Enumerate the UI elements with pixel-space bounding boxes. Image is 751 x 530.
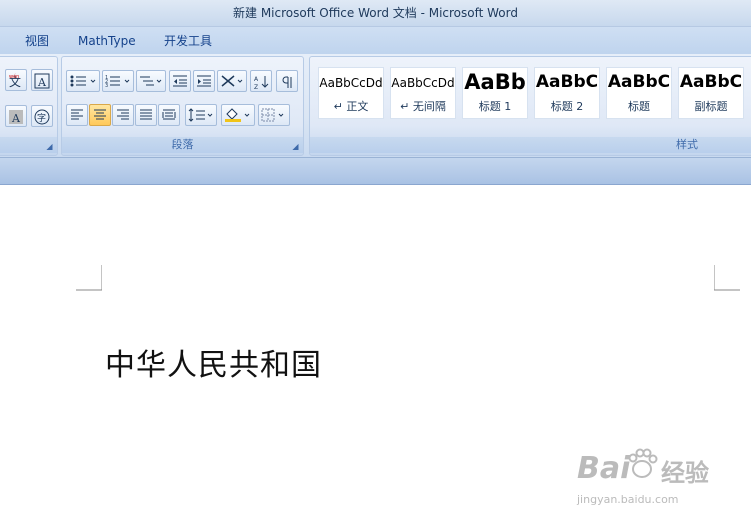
style-sample: AaBbC: [607, 72, 671, 92]
svg-text:字: 字: [37, 112, 46, 124]
ruler-strip: [0, 158, 751, 185]
borders-icon: [261, 108, 284, 122]
shading-button[interactable]: [221, 104, 255, 126]
style-name: 标题 1: [478, 100, 512, 113]
svg-text:A: A: [37, 76, 47, 89]
character-border-icon: A: [34, 73, 50, 89]
style-name: ↵ 正文: [333, 100, 369, 113]
title-bar: 新建 Microsoft Office Word 文档 - Microsoft …: [0, 0, 751, 27]
style-sample: AaBbC: [679, 72, 743, 92]
increase-indent-icon: [197, 75, 211, 87]
borders-button[interactable]: [258, 104, 290, 126]
style-name: ↵ 无间隔: [400, 100, 446, 113]
sort-button[interactable]: AZ: [250, 70, 272, 92]
watermark-product: 经验: [661, 459, 709, 487]
tab-view[interactable]: 视图: [25, 32, 49, 50]
line-spacing-icon: [188, 108, 213, 122]
font-group: 文 wén A A 字 ◢: [0, 56, 58, 156]
paint-bucket-icon: [225, 108, 250, 122]
chinese-layout-button[interactable]: [217, 70, 247, 92]
numbering-button[interactable]: 123: [102, 70, 134, 92]
paragraph-group: 123 AZ 段落 ◢: [61, 56, 304, 156]
align-right-icon: [117, 109, 129, 120]
style-sample: AaBb: [464, 70, 526, 94]
character-shading-icon: A: [9, 110, 23, 125]
paw-icon: [628, 448, 658, 478]
multilevel-list-button[interactable]: [136, 70, 166, 92]
character-shading-button[interactable]: A: [5, 105, 27, 127]
style-name: 标题 2: [550, 100, 584, 113]
phonetic-guide-icon: 文wén: [9, 73, 21, 89]
ribbon-tab-bar: 视图 MathType 开发工具: [0, 27, 751, 54]
document-text[interactable]: 中华人民共和国: [105, 340, 322, 384]
svg-text:A: A: [11, 112, 21, 125]
document-page[interactable]: 中华人民共和国 Bai 经验 jingyan.baidu.com: [0, 185, 751, 530]
svg-text:Z: Z: [254, 84, 258, 90]
decrease-indent-icon: [173, 75, 187, 87]
phonetic-guide-button[interactable]: 文 wén: [5, 69, 27, 91]
paragraph-group-label: 段落: [62, 137, 303, 153]
style-name: 标题: [628, 100, 650, 113]
margin-corner-marker: [76, 265, 102, 291]
watermark-brand: Bai: [577, 451, 631, 486]
bullets-icon: [70, 75, 96, 87]
show-hide-marks-button[interactable]: [276, 70, 298, 92]
style-no-spacing[interactable]: AaBbCcDd ↵ 无间隔: [390, 67, 456, 119]
line-spacing-button[interactable]: [185, 104, 217, 126]
align-center-icon: [94, 109, 106, 120]
style-sample: AaBbCcDd: [391, 76, 455, 90]
style-heading-2[interactable]: AaBbC 标题 2: [534, 67, 600, 119]
align-right-button[interactable]: [112, 104, 134, 126]
multilevel-list-icon: [140, 76, 162, 86]
styles-group-label: 样式: [310, 137, 751, 153]
font-dialog-launcher-icon[interactable]: ◢: [45, 142, 54, 151]
window-title: 新建 Microsoft Office Word 文档 - Microsoft …: [233, 6, 518, 20]
distributed-button[interactable]: [158, 104, 180, 126]
tab-developer[interactable]: 开发工具: [164, 32, 212, 50]
sort-icon: AZ: [254, 76, 269, 90]
decrease-indent-button[interactable]: [169, 70, 191, 92]
distributed-icon: [162, 109, 176, 120]
bullets-button[interactable]: [66, 70, 100, 92]
align-center-button[interactable]: [89, 104, 111, 126]
margin-corner-marker: [714, 265, 740, 291]
paragraph-dialog-launcher-icon[interactable]: ◢: [291, 142, 300, 151]
align-left-button[interactable]: [66, 104, 88, 126]
style-name: 副标题: [694, 100, 728, 113]
style-subtitle[interactable]: AaBbC 副标题: [678, 67, 744, 119]
styles-group: AaBbCcDd ↵ 正文 AaBbCcDd ↵ 无间隔 AaBb 标题 1 A…: [309, 56, 751, 156]
style-title[interactable]: AaBbC 标题: [606, 67, 672, 119]
watermark-url: jingyan.baidu.com: [577, 493, 679, 506]
style-normal[interactable]: AaBbCcDd ↵ 正文: [318, 67, 384, 119]
style-sample: AaBbC: [535, 72, 599, 92]
justify-button[interactable]: [135, 104, 157, 126]
ribbon: 文 wén A A 字 ◢ 123 A Z 段落 ◢ AaBbCcDd ↵ 正文…: [0, 54, 751, 158]
justify-icon: [140, 109, 152, 120]
baidu-watermark: Bai 经验 jingyan.baidu.com: [575, 443, 725, 523]
enclose-characters-icon: 字: [34, 109, 50, 125]
svg-text:A: A: [254, 76, 259, 83]
svg-text:wén: wén: [9, 73, 19, 80]
style-heading-1[interactable]: AaBb 标题 1: [462, 67, 528, 119]
align-left-icon: [71, 109, 83, 120]
increase-indent-button[interactable]: [193, 70, 215, 92]
numbering-icon: 123: [105, 75, 130, 88]
enclose-characters-button[interactable]: 字: [31, 105, 53, 127]
chinese-layout-icon: [221, 75, 243, 87]
tab-mathtype[interactable]: MathType: [78, 32, 136, 50]
character-border-button[interactable]: A: [31, 69, 53, 91]
style-sample: AaBbCcDd: [319, 76, 383, 90]
paragraph-mark-icon: [282, 76, 292, 88]
svg-text:3: 3: [105, 83, 108, 88]
